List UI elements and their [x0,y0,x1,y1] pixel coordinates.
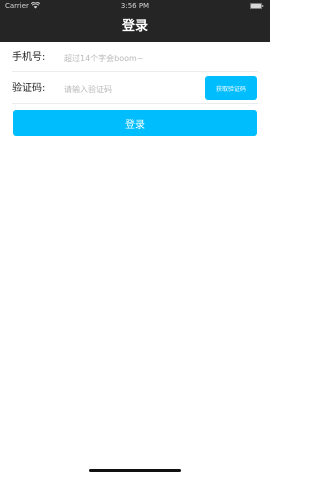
navigation-bar: 登录 [0,12,270,42]
code-divider [12,103,258,104]
login-screen: Carrier 3:56 PM 登录 手机号: 验证码: 获取验证码 登录 [0,0,270,479]
login-button[interactable]: 登录 [13,110,257,136]
status-time: 3:56 PM [120,2,150,10]
phone-label: 手机号: [12,52,46,63]
battery-icon [250,3,264,9]
phone-row: 手机号: [12,44,258,72]
code-label: 验证码: [12,83,46,94]
phone-divider [12,71,258,72]
verification-code-input[interactable] [64,81,196,97]
get-code-button[interactable]: 获取验证码 [205,76,257,100]
phone-input[interactable] [64,50,254,66]
status-bar: Carrier 3:56 PM [0,0,270,12]
page-title: 登录 [121,19,148,34]
home-indicator [89,469,181,472]
